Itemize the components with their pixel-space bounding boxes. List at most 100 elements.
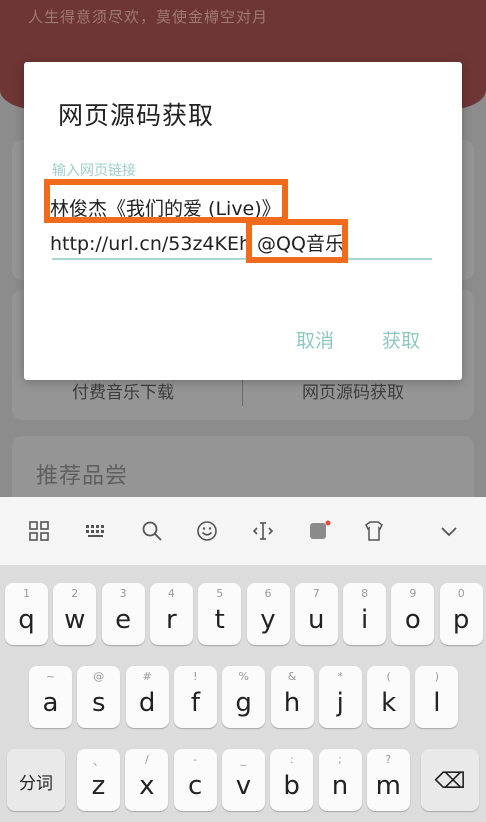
key-letter: s	[92, 688, 106, 718]
key-j[interactable]: * j	[318, 666, 362, 728]
highlight-qq-music	[246, 219, 348, 263]
grid-icon[interactable]	[24, 516, 54, 546]
key-letter: q	[18, 605, 35, 635]
key-hint: 6	[264, 587, 272, 600]
key-g[interactable]: % g	[222, 666, 266, 728]
key-i[interactable]: 8i	[343, 583, 387, 645]
key-b[interactable]: :b	[270, 749, 314, 811]
url-input-underline	[52, 258, 432, 260]
key-letter: k	[381, 688, 397, 718]
paid-music-download-button[interactable]: 付费音乐下载	[72, 378, 174, 403]
dialog-title: 网页源码获取	[58, 101, 215, 130]
key-letter: u	[308, 605, 325, 635]
segment-key[interactable]: 分词	[7, 749, 65, 811]
key-hint: /	[144, 753, 149, 766]
emoji-icon[interactable]	[192, 516, 222, 546]
backspace-icon: ⌫	[434, 769, 466, 794]
key-letter: j	[336, 688, 344, 718]
key-hint: 1	[23, 587, 30, 600]
highlight-song-title	[44, 179, 288, 223]
key-v[interactable]: _ v	[221, 749, 265, 811]
key-letter: c	[187, 771, 203, 801]
key-z[interactable]: 、 z	[77, 749, 120, 811]
key-hint: (	[386, 670, 391, 683]
key-letter: l	[433, 688, 441, 718]
cancel-button[interactable]: 取消	[296, 326, 334, 353]
key-hint: :	[289, 753, 294, 766]
key-k[interactable]: (k	[367, 666, 411, 728]
key-c[interactable]: -c	[173, 749, 217, 811]
key-hint: 8	[361, 587, 369, 600]
key-w[interactable]: 2w	[53, 583, 97, 645]
key-r[interactable]: 4r	[149, 583, 193, 645]
keyboard: 1q2w3e4r5t6y7u8i9o0p ~ a @ s # d! f% g & h * j(k) l …	[0, 565, 486, 822]
key-a[interactable]: ~ a	[29, 666, 72, 728]
key-letter: n	[331, 771, 349, 801]
key-hint: *	[337, 670, 344, 683]
collapse-icon[interactable]	[434, 516, 464, 546]
key-l[interactable]: ) l	[415, 666, 459, 728]
key-hint: 7	[312, 587, 320, 600]
key-d[interactable]: # d	[125, 666, 169, 728]
key-letter: e	[115, 605, 132, 635]
cursor-icon[interactable]	[248, 516, 278, 546]
key-letter: b	[283, 771, 300, 801]
key-m[interactable]: ? m	[366, 749, 410, 811]
key-letter: m	[375, 771, 401, 801]
keyboard-icon[interactable]	[81, 516, 111, 546]
get-button[interactable]: 获取	[382, 326, 420, 353]
key-f[interactable]: ! f	[173, 666, 217, 728]
key-hint: ;	[338, 753, 342, 766]
key-hint: _	[240, 753, 247, 766]
key-hint: 4	[167, 587, 175, 600]
segment-key-label: 分词	[19, 774, 53, 794]
key-hint: ~	[45, 670, 56, 683]
clipboard-icon[interactable]	[359, 516, 389, 546]
key-hint: #	[142, 670, 152, 683]
key-letter: z	[91, 771, 106, 801]
key-t[interactable]: 5t	[198, 583, 242, 645]
keyboard-toolbar	[0, 497, 486, 565]
key-hint: &	[287, 670, 297, 683]
key-hint: 3	[119, 587, 127, 600]
key-letter: d	[138, 688, 156, 718]
app-slogan: 人生得意须尽欢，莫使金樽空对月	[28, 8, 269, 26]
key-u[interactable]: 7u	[294, 583, 338, 645]
webpage-source-button[interactable]: 网页源码获取	[302, 378, 404, 403]
delete-key[interactable]: ⌫	[421, 749, 479, 811]
key-hint: 5	[216, 587, 224, 600]
key-p[interactable]: 0p	[439, 583, 483, 645]
key-hint: -	[193, 753, 198, 766]
key-q[interactable]: 1q	[5, 583, 48, 645]
key-hint: %	[238, 670, 249, 683]
key-letter: o	[404, 605, 421, 635]
key-letter: v	[235, 771, 252, 801]
key-n[interactable]: ; n	[318, 749, 362, 811]
key-hint: !	[193, 670, 198, 683]
key-h[interactable]: & h	[270, 666, 314, 728]
key-hint: 2	[71, 587, 79, 600]
key-x[interactable]: / x	[125, 749, 169, 811]
key-letter: f	[190, 688, 200, 718]
key-hint: 0	[457, 587, 465, 600]
key-letter: x	[139, 771, 155, 801]
key-letter: g	[235, 688, 252, 718]
key-hint: 9	[409, 587, 417, 600]
key-y[interactable]: 6y	[246, 583, 290, 645]
key-letter: a	[42, 688, 59, 718]
key-e[interactable]: 3e	[101, 583, 145, 645]
key-o[interactable]: 9o	[391, 583, 435, 645]
key-s[interactable]: @ s	[77, 666, 121, 728]
key-letter: h	[283, 688, 301, 718]
key-letter: i	[360, 605, 369, 635]
key-letter: y	[260, 605, 276, 635]
key-hint: @	[93, 670, 105, 683]
key-letter: p	[452, 605, 470, 635]
key-hint: 、	[93, 755, 104, 768]
skin-icon[interactable]	[304, 516, 334, 546]
key-letter: t	[214, 605, 225, 635]
key-hint: ?	[385, 753, 392, 766]
search-icon[interactable]	[137, 516, 167, 546]
key-hint: )	[434, 670, 440, 683]
key-letter: r	[166, 605, 177, 635]
